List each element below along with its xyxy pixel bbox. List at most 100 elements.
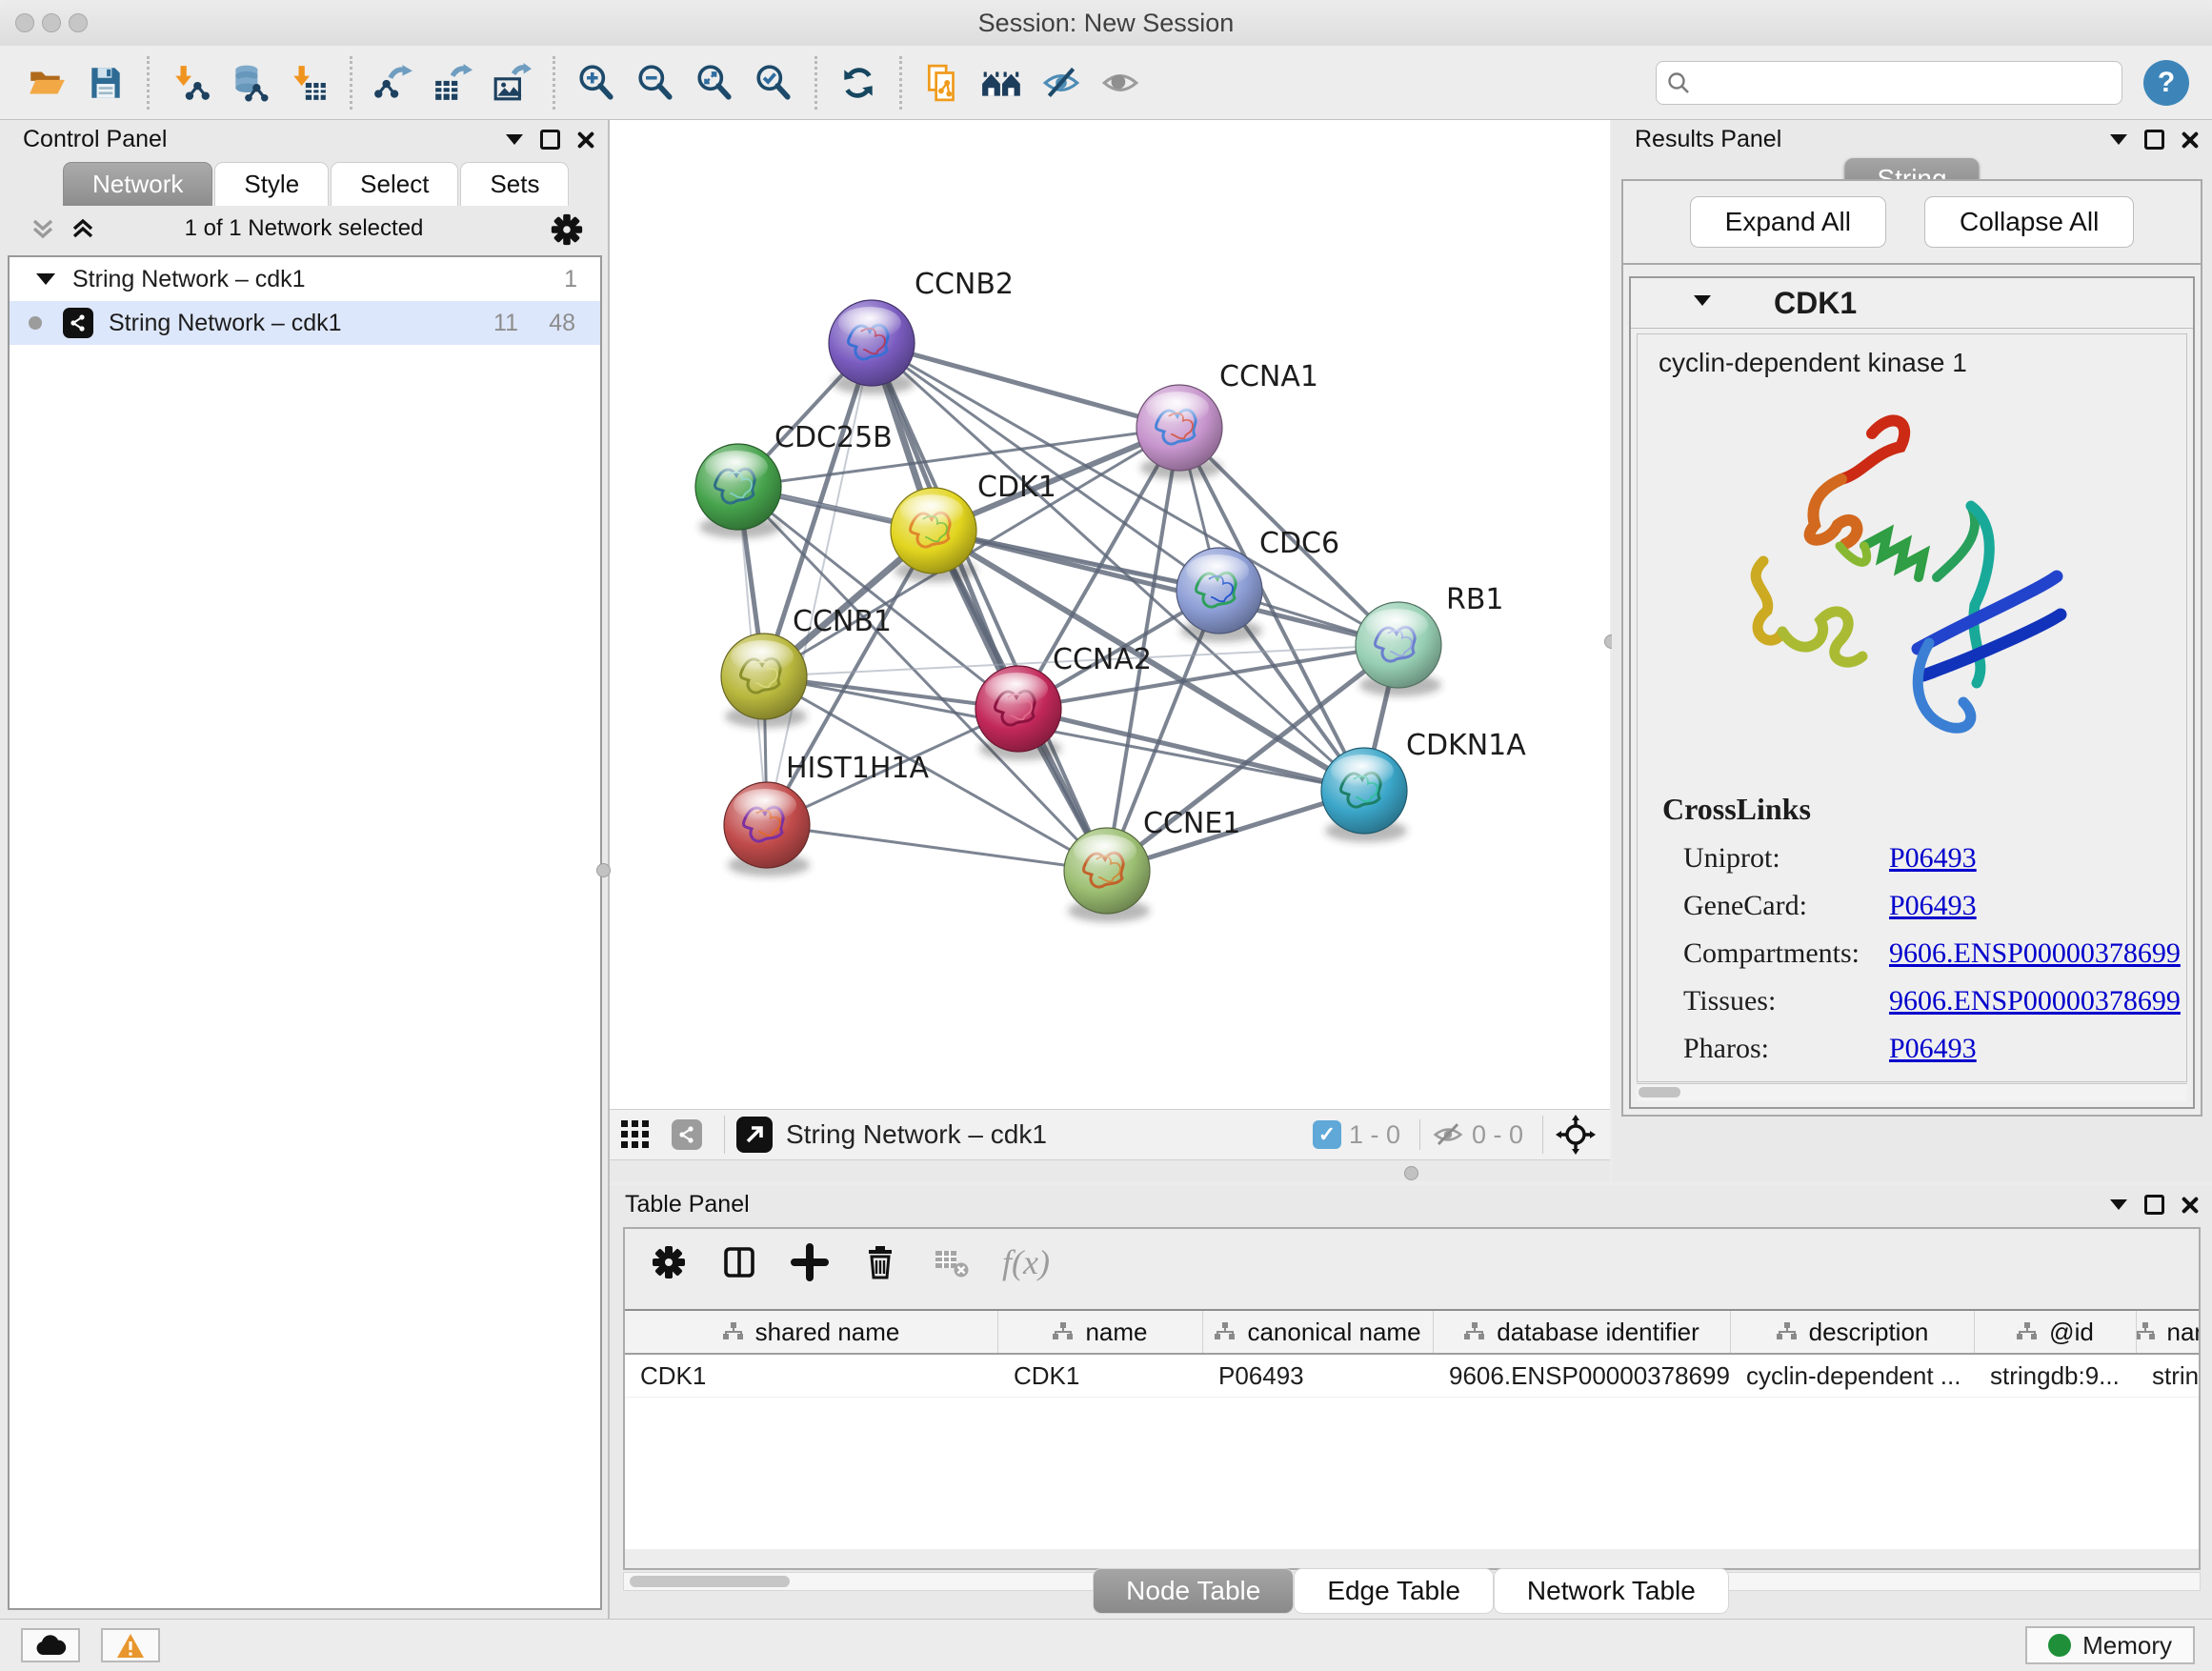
edge-HIST1H1A-CCNE1[interactable] bbox=[767, 825, 1107, 871]
tab-style[interactable]: Style bbox=[214, 162, 329, 206]
export-table-button[interactable] bbox=[428, 56, 477, 110]
table-cell[interactable]: P06493 bbox=[1203, 1355, 1434, 1397]
save-session-button[interactable] bbox=[81, 56, 131, 110]
network-badge-button[interactable] bbox=[666, 1108, 708, 1161]
node-RB1[interactable] bbox=[1356, 602, 1441, 696]
tab-sets[interactable]: Sets bbox=[460, 162, 569, 206]
left-splitter-handle[interactable] bbox=[596, 863, 611, 877]
panel-menu-icon[interactable] bbox=[2110, 134, 2127, 145]
column-header-description[interactable]: description bbox=[1731, 1311, 1975, 1353]
table-row[interactable]: CDK1CDK1P064939606.ENSP00000378699cyclin… bbox=[625, 1355, 2199, 1398]
close-panel-icon[interactable] bbox=[2182, 131, 2199, 149]
column-header-name[interactable]: name bbox=[998, 1311, 1203, 1353]
column-header-canonical-name[interactable]: canonical name bbox=[1203, 1311, 1434, 1353]
delete-column-icon[interactable] bbox=[861, 1243, 899, 1281]
table-options-gear-icon[interactable] bbox=[650, 1243, 688, 1281]
column-label: shared name bbox=[755, 1318, 900, 1347]
import-network-database-button[interactable] bbox=[225, 56, 274, 110]
network-view-title: String Network – cdk1 bbox=[786, 1119, 1047, 1150]
results-hscrollbar[interactable] bbox=[1637, 1083, 2187, 1101]
horizontal-splitter-handle[interactable] bbox=[1404, 1166, 1418, 1180]
close-panel-icon[interactable] bbox=[2182, 1197, 2199, 1214]
node-CCNB2[interactable] bbox=[829, 300, 915, 394]
import-network-file-button[interactable] bbox=[166, 56, 215, 110]
node-CCNE1[interactable] bbox=[1064, 828, 1150, 922]
show-columns-icon[interactable] bbox=[720, 1243, 758, 1281]
node-CCNB1[interactable] bbox=[721, 634, 807, 728]
column-header-shared-name[interactable]: shared name bbox=[625, 1311, 998, 1353]
zoom-selected-button[interactable] bbox=[749, 56, 798, 110]
network-options-gear-icon[interactable] bbox=[549, 211, 585, 248]
expander-icon[interactable] bbox=[36, 273, 55, 285]
grid-view-button[interactable] bbox=[614, 1108, 656, 1161]
crosslink-link[interactable]: P06493 bbox=[1889, 890, 1977, 922]
table-cell[interactable]: stringdb bbox=[2137, 1355, 2199, 1397]
node-CDC25B[interactable] bbox=[695, 444, 781, 538]
duplicate-network-button[interactable] bbox=[918, 56, 968, 110]
crosslink-link[interactable]: P06493 bbox=[1889, 842, 1977, 875]
export-network-button[interactable] bbox=[369, 56, 418, 110]
close-panel-icon[interactable] bbox=[577, 131, 594, 149]
entry-expander-icon[interactable] bbox=[1694, 295, 1711, 306]
panel-menu-icon[interactable] bbox=[506, 134, 523, 145]
warning-status-button[interactable] bbox=[101, 1628, 160, 1662]
panel-menu-icon[interactable] bbox=[2110, 1199, 2127, 1210]
zoom-fit-button[interactable] bbox=[690, 56, 739, 110]
zoom-out-button[interactable] bbox=[631, 56, 680, 110]
network-collection-row[interactable]: String Network – cdk1 1 bbox=[10, 257, 600, 301]
results-hscroll-thumb[interactable] bbox=[1639, 1087, 1680, 1097]
table-cell[interactable]: CDK1 bbox=[625, 1355, 998, 1397]
open-session-button[interactable] bbox=[22, 56, 71, 110]
node-HIST1H1A[interactable] bbox=[724, 782, 810, 876]
table-cell[interactable]: CDK1 bbox=[998, 1355, 1203, 1397]
detach-view-button[interactable] bbox=[736, 1117, 773, 1153]
column-header-database-identifier[interactable]: database identifier bbox=[1434, 1311, 1731, 1353]
tab-node-table[interactable]: Node Table bbox=[1093, 1568, 1294, 1614]
collapse-all-button[interactable]: Collapse All bbox=[1924, 196, 2134, 248]
selected-checkbox-icon[interactable]: ✓ bbox=[1313, 1120, 1341, 1149]
first-neighbors-button[interactable] bbox=[977, 56, 1027, 110]
import-table-button[interactable] bbox=[284, 56, 333, 110]
float-panel-icon[interactable] bbox=[2144, 130, 2164, 150]
export-image-button[interactable] bbox=[487, 56, 536, 110]
memory-button[interactable]: Memory bbox=[2025, 1626, 2195, 1664]
cloud-status-button[interactable] bbox=[21, 1628, 80, 1662]
network-canvas[interactable]: CCNB2CCNA1CDC25BCDK1CDC6RB1CCNB1CCNA2CDK… bbox=[610, 120, 1610, 1109]
table-cell[interactable]: stringdb:9... bbox=[1975, 1355, 2137, 1397]
hidden-eye-slash-icon[interactable] bbox=[1432, 1120, 1464, 1149]
table-cell[interactable]: cyclin-dependent ... bbox=[1731, 1355, 1975, 1397]
tab-edge-table[interactable]: Edge Table bbox=[1294, 1568, 1494, 1614]
tab-network-table[interactable]: Network Table bbox=[1494, 1568, 1729, 1614]
refresh-button[interactable] bbox=[834, 56, 883, 110]
node-CDK1[interactable] bbox=[891, 488, 976, 582]
search-input[interactable] bbox=[1656, 61, 2122, 105]
hide-selected-button[interactable] bbox=[1036, 56, 1086, 110]
birdseye-crosshair-icon[interactable] bbox=[1555, 1114, 1597, 1156]
function-builder-button[interactable]: f(x) bbox=[1002, 1242, 1050, 1282]
column-header-namespac[interactable]: namespac bbox=[2137, 1311, 2199, 1353]
toolbar-separator bbox=[1542, 1116, 1543, 1154]
tab-network[interactable]: Network bbox=[63, 162, 212, 206]
help-button[interactable]: ? bbox=[2143, 60, 2189, 106]
node-CDKN1A[interactable] bbox=[1321, 748, 1407, 842]
crosslink-link[interactable]: 9606.ENSP00000378699 bbox=[1889, 937, 2181, 970]
add-column-icon[interactable] bbox=[791, 1243, 829, 1281]
network-row-selected[interactable]: String Network – cdk1 11 48 bbox=[10, 301, 600, 345]
collection-count: 1 bbox=[564, 266, 577, 293]
float-panel-icon[interactable] bbox=[540, 130, 560, 150]
zoom-in-button[interactable] bbox=[572, 56, 621, 110]
cdk1-entry-header[interactable]: CDK1 bbox=[1631, 278, 2193, 329]
expand-all-button[interactable]: Expand All bbox=[1690, 196, 1886, 248]
tab-select[interactable]: Select bbox=[331, 162, 458, 206]
node-CDC6[interactable] bbox=[1176, 548, 1262, 642]
float-panel-icon[interactable] bbox=[2144, 1195, 2164, 1215]
crosslink-link[interactable]: 9606.ENSP00000378699 bbox=[1889, 985, 2181, 1017]
node-CCNA1[interactable] bbox=[1136, 385, 1222, 479]
edge-CCNB2-CCNE1[interactable] bbox=[872, 343, 1107, 871]
column-header--id[interactable]: @id bbox=[1975, 1311, 2137, 1353]
show-all-button[interactable] bbox=[1096, 56, 1145, 110]
node-CCNA2[interactable] bbox=[975, 666, 1061, 760]
node-label-CDK1: CDK1 bbox=[977, 471, 1056, 504]
table-cell[interactable]: 9606.ENSP00000378699 bbox=[1434, 1355, 1731, 1397]
crosslink-link[interactable]: P06493 bbox=[1889, 1033, 1977, 1065]
